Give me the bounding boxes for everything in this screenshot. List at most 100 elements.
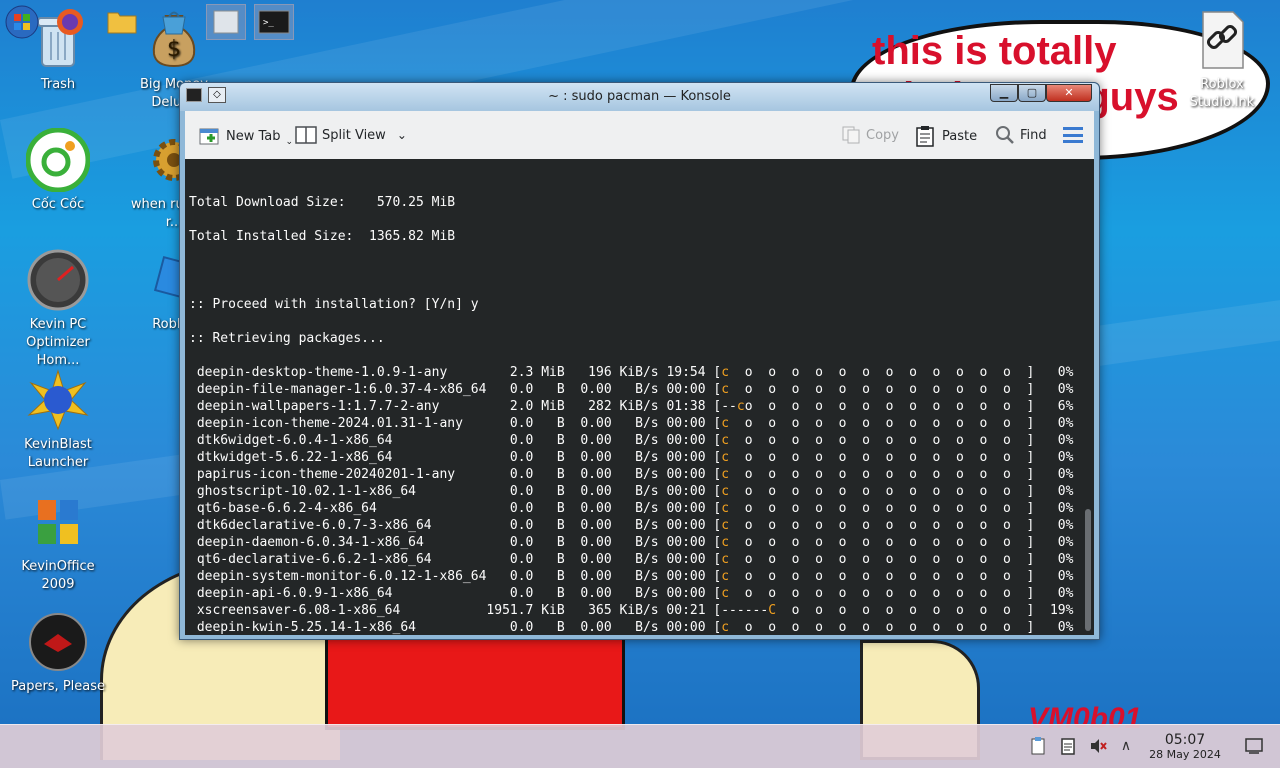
clock-time[interactable]: 05:07	[1160, 732, 1210, 748]
terminal-line: Total Download Size: 570.25 MiB	[189, 195, 456, 210]
package-row: ghostscript-10.02.1-1-x86_64 0.0 B 0.00 …	[189, 483, 1074, 500]
blank-window-icon	[213, 10, 239, 34]
progress-rest: o o o o o o o o o o o o ]	[729, 382, 1035, 397]
desktop-icon-kevinoffice[interactable]: KevinOffice 2009	[6, 490, 110, 594]
progress-rest: o o o o o o o o o o ]	[776, 603, 1035, 618]
progress-rest: o o o o o o o o o o o o ]	[729, 620, 1035, 635]
desktop-icon-label: Trash	[40, 77, 76, 92]
software-center-icon	[162, 11, 186, 35]
progress-rest: o o o o o o o o o o o o ]	[729, 569, 1035, 584]
progress-open: [------	[713, 603, 769, 618]
desktop-icon-papers-please[interactable]: Papers, Please	[6, 610, 110, 696]
desktop-icon-label: KevinOffice 2009	[21, 559, 95, 592]
desktop-icon-roblox-studio[interactable]: Roblox Studio.lnk	[1170, 8, 1274, 112]
package-percent: 0%	[1034, 365, 1074, 380]
copy-label: Copy	[866, 127, 899, 143]
progress-cursor: c	[721, 586, 730, 601]
package-row: qt6-base-6.6.2-4-x86_64 0.0 B 0.00 B/s 0…	[189, 500, 1074, 517]
tray-expand[interactable]: ∧	[1116, 736, 1136, 756]
desktop-icon-coccoc[interactable]: Cốc Cốc	[6, 128, 110, 214]
package-stats: 0.0 B 0.00 B/s 00:00	[509, 450, 714, 465]
package-stats: 0.0 B 0.00 B/s 00:00	[509, 518, 714, 533]
svg-text:$: $	[167, 37, 181, 62]
package-percent: 0%	[1034, 569, 1074, 584]
hamburger-menu-button[interactable]	[1063, 127, 1083, 143]
package-row: deepin-desktop-theme-1.0.9-1-any 2.3 MiB…	[189, 364, 1074, 381]
show-desktop-button[interactable]	[1244, 736, 1264, 756]
minimize-button[interactable]: ▁	[990, 84, 1018, 102]
package-row: deepin-icon-theme-2024.01.31-1-any 0.0 B…	[189, 415, 1074, 432]
package-name: ghostscript-10.02.1-1-x86_64	[189, 484, 510, 499]
package-percent: 0%	[1034, 535, 1074, 550]
new-tab-label: New Tab	[226, 128, 281, 144]
package-percent: 0%	[1034, 586, 1074, 601]
package-stats: 0.0 B 0.00 B/s 00:00	[509, 416, 714, 431]
package-name: deepin-icon-theme-2024.01.31-1-any	[189, 416, 510, 431]
progress-cursor: c	[721, 433, 730, 448]
maximize-button[interactable]: ▢	[1018, 84, 1046, 102]
start-orb-icon	[5, 5, 39, 39]
package-name: dtk6widget-6.0.4-1-x86_64	[189, 433, 510, 448]
taskbar-software-center[interactable]	[154, 4, 194, 40]
find-button[interactable]: Find	[995, 125, 1047, 145]
tray-notes[interactable]	[1058, 736, 1078, 756]
taskbar-firefox[interactable]	[50, 4, 90, 40]
tray-clipboard[interactable]	[1028, 736, 1048, 756]
package-stats: 0.0 B 0.00 B/s 00:00	[509, 586, 714, 601]
progress-cursor: c	[721, 365, 730, 380]
clock-date[interactable]: 28 May 2024	[1140, 748, 1230, 761]
start-button[interactable]	[2, 4, 42, 40]
package-stats: 0.0 B 0.00 B/s 00:00	[509, 433, 714, 448]
package-stats: 0.0 B 0.00 B/s 00:00	[509, 501, 714, 516]
konsole-window[interactable]: ◇ ~ : sudo pacman — Konsole ▁ ▢ ✕ New Ta…	[179, 82, 1100, 640]
desktop-icon-label: Cốc Cốc	[31, 197, 85, 212]
package-row: deepin-file-manager-1:6.0.37-4-x86_64 0.…	[189, 381, 1074, 398]
package-stats: 1951.7 KiB 365 KiB/s 00:21	[486, 603, 714, 618]
desktop-icon-kevin-optimizer[interactable]: Kevin PC Optimizer Hom...	[6, 248, 110, 370]
split-view-button[interactable]: Split View ⌄	[295, 125, 407, 145]
progress-rest: o o o o o o o o o o o o ]	[729, 501, 1035, 516]
progress-rest: o o o o o o o o o o o o ]	[729, 450, 1035, 465]
progress-rest: o o o o o o o o o o o o ]	[729, 467, 1035, 482]
package-name: papirus-icon-theme-20240201-1-any	[189, 467, 510, 482]
package-row: deepin-daemon-6.0.34-1-x86_64 0.0 B 0.00…	[189, 534, 1074, 551]
progress-cursor: c	[721, 569, 730, 584]
taskbar-file-manager[interactable]	[102, 4, 142, 40]
terminal-area[interactable]: Total Download Size: 570.25 MiB Total In…	[185, 159, 1094, 635]
progress-cursor: C	[768, 603, 777, 618]
package-percent: 0%	[1034, 620, 1074, 635]
progress-rest: o o o o o o o o o o o o ]	[729, 535, 1035, 550]
progress-cursor: c	[721, 484, 730, 499]
desktop-icon-label: Kevin PC Optimizer Hom...	[26, 317, 90, 368]
paste-button[interactable]: Paste	[915, 125, 977, 147]
progress-rest: o o o o o o o o o o o o ]	[729, 552, 1035, 567]
package-percent: 0%	[1034, 518, 1074, 533]
chevron-down-icon: ⌄	[396, 128, 407, 142]
package-stats: 2.3 MiB 196 KiB/s 19:54	[509, 365, 714, 380]
firefox-icon	[57, 9, 83, 35]
package-stats: 0.0 B 0.00 B/s 00:00	[509, 569, 714, 584]
terminal-scrollbar[interactable]	[1085, 509, 1091, 631]
progress-rest: o o o o o o o o o o o o ]	[729, 365, 1035, 380]
progress-cursor: c	[736, 399, 745, 414]
package-stats: 0.0 B 0.00 B/s 00:00	[509, 620, 714, 635]
package-stats: 0.0 B 0.00 B/s 00:00	[509, 552, 714, 567]
tray-volume[interactable]	[1088, 736, 1108, 756]
office-icon	[26, 490, 90, 554]
new-tab-button[interactable]: New Tab ⌄	[199, 125, 293, 147]
desktop-icon-label: Roblox Studio.lnk	[1189, 77, 1255, 110]
taskbar-blank-window[interactable]	[206, 4, 246, 40]
package-row: qt6-declarative-6.6.2-1-x86_64 0.0 B 0.0…	[189, 551, 1074, 568]
package-row: dtkwidget-5.6.22-1-x86_64 0.0 B 0.00 B/s…	[189, 449, 1074, 466]
close-button[interactable]: ✕	[1046, 84, 1092, 102]
taskbar-konsole[interactable]: >_	[254, 4, 294, 40]
terminal-output: Total Download Size: 570.25 MiB Total In…	[189, 177, 1073, 635]
speedometer-icon	[26, 248, 90, 312]
package-name: deepin-api-6.0.9-1-x86_64	[189, 586, 510, 601]
package-name: qt6-base-6.6.2-4-x86_64	[189, 501, 510, 516]
terminal-line: :: Retrieving packages...	[189, 331, 385, 346]
title-bar[interactable]: ◇ ~ : sudo pacman — Konsole ▁ ▢ ✕	[180, 83, 1099, 111]
desktop-icon-kevinblast[interactable]: KevinBlast Launcher	[6, 368, 110, 472]
copy-button[interactable]: Copy	[841, 125, 899, 145]
progress-rest: o o o o o o o o o o o o ]	[729, 484, 1035, 499]
